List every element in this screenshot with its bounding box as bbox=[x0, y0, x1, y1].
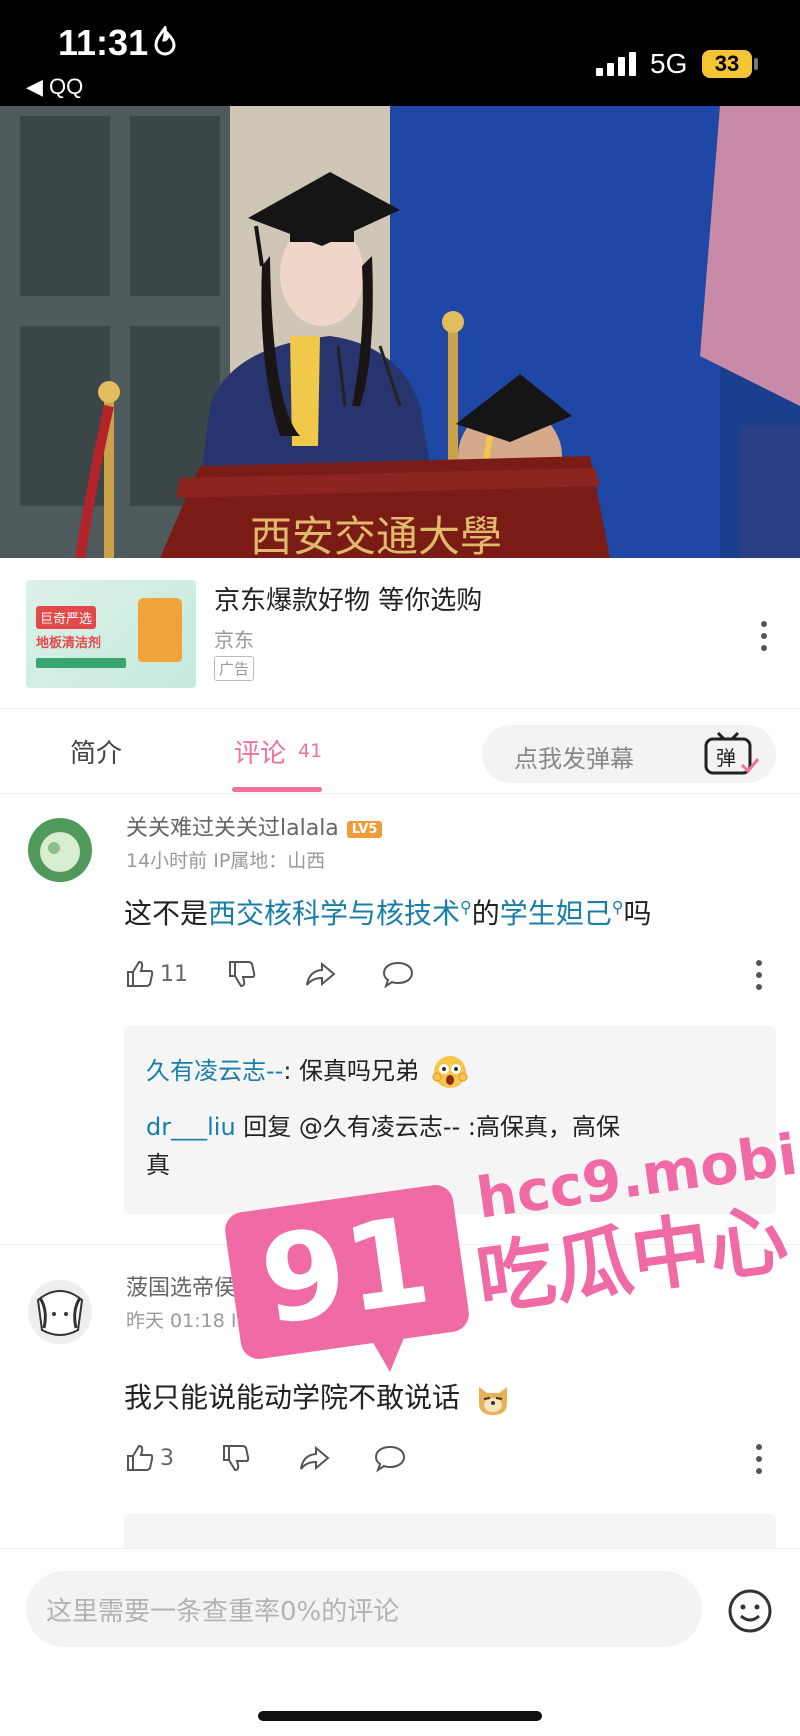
ad-thumb-line1: 巨奇严选 bbox=[36, 606, 97, 629]
back-to-qq[interactable]: ◀ QQ bbox=[26, 74, 83, 100]
like-count: 11 bbox=[160, 961, 188, 987]
flame-icon bbox=[154, 26, 176, 56]
product-bottle-image bbox=[138, 598, 182, 662]
reply-thread[interactable]: 久有凌云志--: 保真吗兄弟 dr___liu 回复 @久有凌云志-- :高保真… bbox=[124, 1026, 776, 1214]
reply-button[interactable] bbox=[382, 954, 414, 994]
bottom-comment-bar: 这里需要一条查重率0%的评论 bbox=[0, 1548, 800, 1736]
share-icon bbox=[300, 1445, 330, 1471]
video-player[interactable]: 西安交通大學 bbox=[0, 106, 800, 558]
svg-text:弹: 弹 bbox=[716, 746, 736, 770]
podium-text: 西安交通大學 bbox=[250, 512, 502, 558]
thumbs-up-icon bbox=[127, 1444, 154, 1471]
more-options-icon[interactable] bbox=[752, 1442, 766, 1476]
status-time: 11:31 bbox=[58, 22, 149, 63]
emoji-picker-icon[interactable] bbox=[726, 1587, 774, 1635]
battery-tip bbox=[754, 58, 758, 70]
search-link-keyword[interactable]: 西交核科学与核技术 bbox=[208, 897, 460, 930]
avatar[interactable] bbox=[28, 818, 92, 882]
active-tab-indicator bbox=[232, 787, 322, 792]
ad-thumbnail[interactable]: 巨奇严选 地板清洁剂 bbox=[26, 580, 196, 688]
avatar[interactable] bbox=[28, 1280, 92, 1344]
comment-username[interactable]: 菠国选帝侯 LV6 bbox=[126, 1270, 280, 1302]
network-type: 5G bbox=[650, 48, 688, 79]
comment-input-placeholder: 这里需要一条查重率0%的评论 bbox=[46, 1597, 400, 1627]
chat-bubble-icon bbox=[374, 1445, 406, 1473]
tab-comments[interactable]: 评论 bbox=[234, 733, 286, 770]
thumbs-up-icon bbox=[127, 960, 154, 987]
like-button[interactable]: 11 bbox=[124, 954, 188, 994]
comment-meta: 昨天 01:18 IP属地：陕西 bbox=[126, 1310, 343, 1332]
more-options-icon[interactable] bbox=[752, 958, 766, 992]
status-bar: 11:31 ◀ QQ 5G 33 bbox=[0, 0, 800, 106]
share-icon bbox=[306, 961, 336, 987]
danmu-input[interactable]: 点我发弹幕 弹 bbox=[482, 725, 776, 783]
doge-emoji-icon bbox=[478, 1387, 507, 1415]
thumbs-down-icon bbox=[229, 961, 256, 988]
comment-text: 这不是西交核科学与核技术⚲的学生妲己⚲吗 bbox=[124, 897, 652, 930]
search-icon: ⚲ bbox=[460, 897, 472, 917]
ad-thumb-strip bbox=[36, 658, 126, 668]
like-button[interactable]: 3 bbox=[124, 1438, 174, 1478]
more-options-icon[interactable] bbox=[752, 618, 776, 654]
ad-title[interactable]: 京东爆款好物 等你选购 bbox=[214, 580, 482, 617]
ad-thumb-line2: 地板清洁剂 bbox=[36, 636, 102, 651]
comment-item: 菠国选帝侯 LV6 昨天 01:18 IP属地：陕西 我只能说能动学院不敢说话 3 bbox=[0, 1244, 800, 1554]
reply-text-continued: 真 bbox=[146, 1151, 170, 1179]
comment-actions: 3 bbox=[124, 1438, 784, 1478]
comment-meta: 14小时前 IP属地：山西 bbox=[126, 850, 326, 872]
comment-actions: 11 bbox=[124, 954, 784, 994]
comment-item: 关关难过关关过lalala LV5 14小时前 IP属地：山西 这不是西交核科学与… bbox=[0, 794, 800, 1244]
ad-card[interactable]: 巨奇严选 地板清洁剂 京东爆款好物 等你选购 京东 广告 bbox=[0, 558, 800, 708]
home-indicator[interactable] bbox=[258, 1711, 542, 1721]
comment-username[interactable]: 关关难过关关过lalala LV5 bbox=[126, 810, 383, 842]
level-badge: LV6 bbox=[244, 1280, 280, 1298]
comment-input[interactable]: 这里需要一条查重率0%的评论 bbox=[26, 1571, 702, 1647]
reply-item: 久有凌云志--: 保真吗兄弟 bbox=[146, 1052, 469, 1091]
video-frame: 西安交通大學 bbox=[0, 106, 800, 558]
reply-username[interactable]: dr___liu bbox=[146, 1113, 236, 1141]
ad-badge: 广告 bbox=[214, 656, 255, 681]
thumbs-down-icon bbox=[223, 1445, 250, 1472]
dislike-button[interactable] bbox=[226, 954, 258, 994]
reply-username[interactable]: 久有凌云志-- bbox=[146, 1057, 283, 1085]
search-link-keyword[interactable]: 学生妲己 bbox=[500, 897, 612, 930]
share-button[interactable] bbox=[298, 1438, 330, 1478]
dislike-button[interactable] bbox=[220, 1438, 252, 1478]
like-count: 3 bbox=[160, 1445, 174, 1471]
reply-item: dr___liu 回复 @久有凌云志-- :高保真，高保 bbox=[146, 1113, 620, 1141]
signal-icon bbox=[596, 52, 636, 76]
comment-text: 我只能说能动学院不敢说话 bbox=[124, 1376, 513, 1419]
tab-intro[interactable]: 简介 bbox=[70, 733, 122, 770]
danmu-placeholder: 点我发弹幕 bbox=[514, 745, 634, 773]
level-badge: LV5 bbox=[346, 820, 383, 838]
scared-face-emoji-icon bbox=[432, 1056, 468, 1088]
chat-bubble-icon bbox=[382, 961, 414, 989]
reply-button[interactable] bbox=[374, 1438, 406, 1478]
share-button[interactable] bbox=[304, 954, 336, 994]
tab-bar: 简介 评论 41 点我发弹幕 弹 bbox=[0, 708, 800, 794]
danmu-toggle-icon[interactable]: 弹 bbox=[702, 731, 762, 777]
comment-count: 41 bbox=[298, 740, 323, 762]
ad-source: 京东 bbox=[214, 628, 254, 652]
search-icon: ⚲ bbox=[611, 897, 624, 917]
battery-level: 33 bbox=[702, 50, 752, 78]
